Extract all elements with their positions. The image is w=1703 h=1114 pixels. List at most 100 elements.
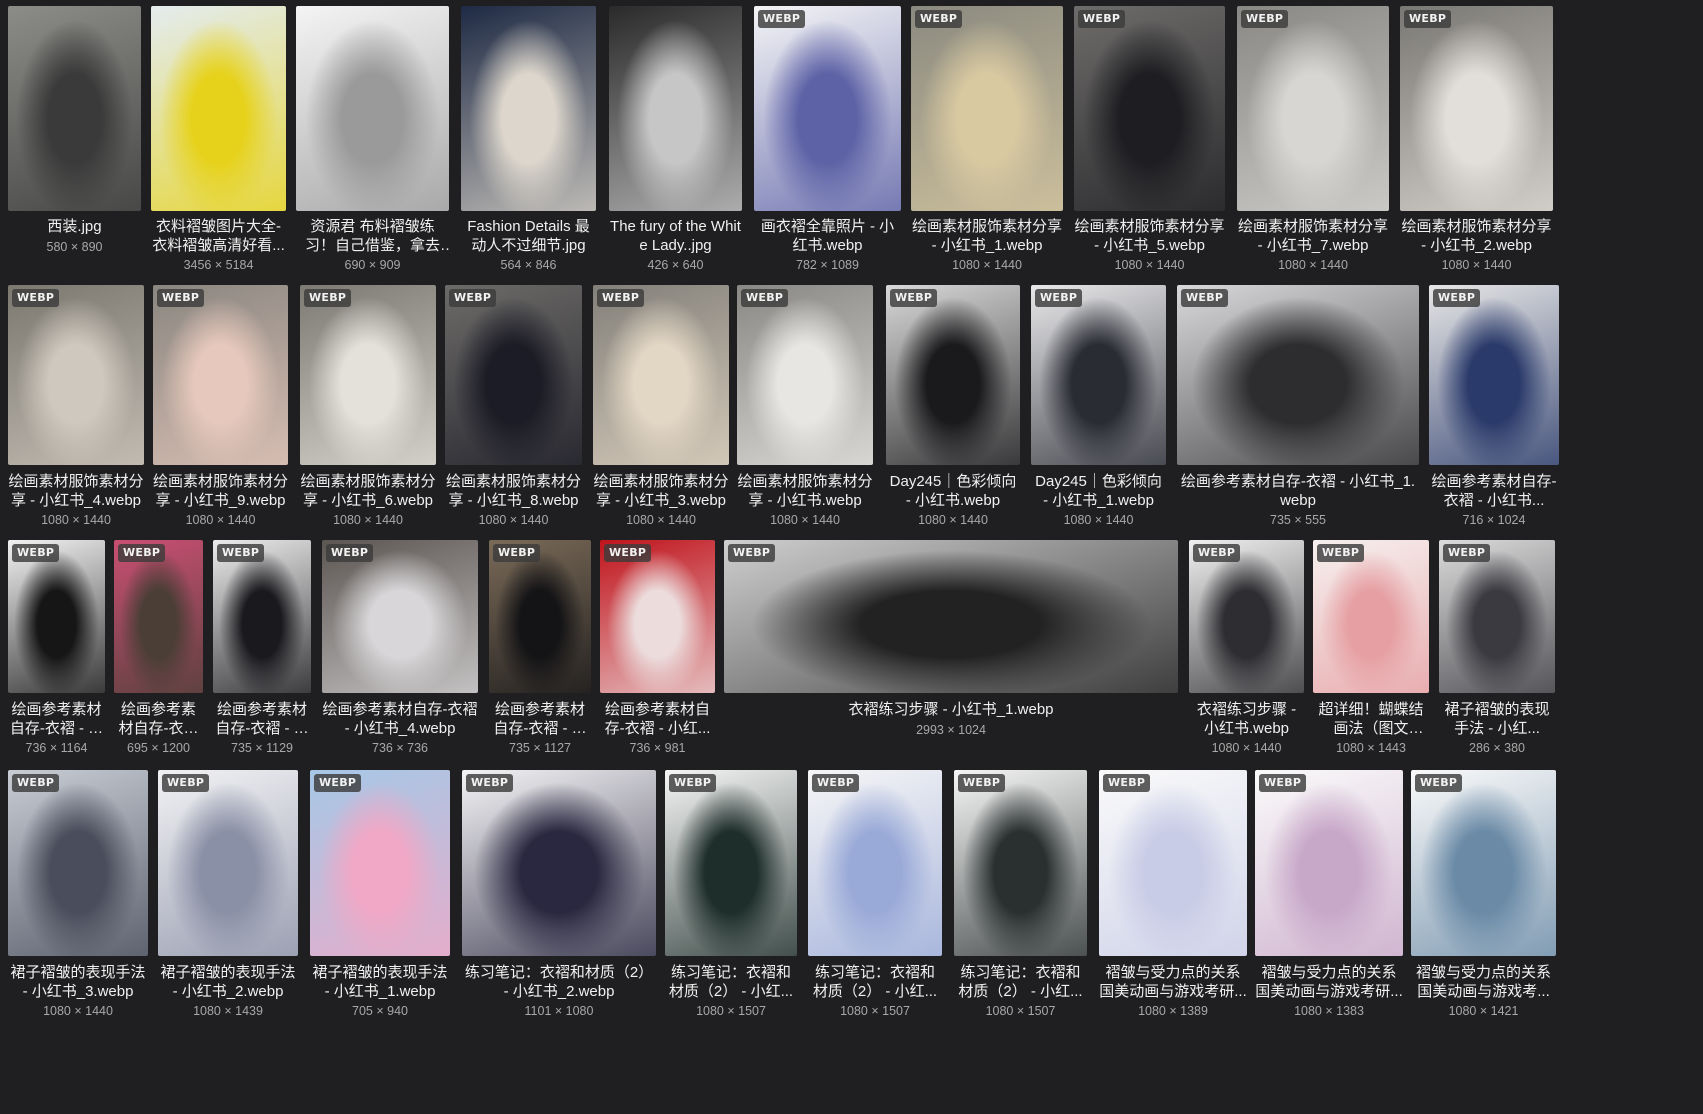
image-title[interactable]: 画衣褶全靠照片 - 小红书.webp: [754, 217, 901, 255]
image-result-tile[interactable]: WEBP 绘画参考素材自存-衣褶 - 小红... 736 × 981: [600, 540, 715, 760]
image-title[interactable]: 绘画参考素材自存-衣褶 - 小红书...: [1429, 472, 1559, 510]
image-title[interactable]: 绘画参考素材自存-衣褶 - 小红...: [114, 700, 203, 738]
image-result-tile[interactable]: WEBP Day245｜色彩倾向 - 小红书.webp 1080 × 1440: [886, 285, 1020, 532]
image-thumbnail[interactable]: WEBP: [808, 770, 942, 956]
image-result-tile[interactable]: WEBP 绘画素材服饰素材分享 - 小红书_2.webp 1080 × 1440: [1400, 6, 1553, 277]
image-title[interactable]: 西装.jpg: [8, 217, 141, 236]
image-result-tile[interactable]: WEBP 褶皱与受力点的关系 国美动画与游戏考研... 1080 × 1383: [1255, 770, 1403, 1023]
image-result-tile[interactable]: WEBP 绘画参考素材自存-衣褶 - 小红书... 716 × 1024: [1429, 285, 1559, 532]
image-thumbnail[interactable]: WEBP: [310, 770, 450, 956]
image-result-tile[interactable]: 西装.jpg 580 × 890: [8, 6, 141, 277]
image-result-tile[interactable]: 衣料褶皱图片大全-衣料褶皱高清好看... 3456 × 5184: [151, 6, 286, 277]
image-result-tile[interactable]: WEBP 褶皱与受力点的关系 国美动画与游戏考研... 1080 × 1389: [1099, 770, 1247, 1023]
image-result-tile[interactable]: WEBP 练习笔记：衣褶和材质（2） - 小红... 1080 × 1507: [808, 770, 942, 1023]
image-title[interactable]: 绘画参考素材自存-衣褶 - 小红...: [489, 700, 591, 738]
image-result-tile[interactable]: WEBP 超详细！蝴蝶结画法（图文版）... 1080 × 1443: [1313, 540, 1429, 760]
image-title[interactable]: 绘画参考素材自存-衣褶 - 小红书_1.webp: [1177, 472, 1419, 510]
image-result-tile[interactable]: 资源君 布料褶皱练习！自己借鉴，拿去练... 690 × 909: [296, 6, 449, 277]
image-title[interactable]: 褶皱与受力点的关系 国美动画与游戏考...: [1411, 963, 1556, 1001]
image-result-tile[interactable]: WEBP 衣褶练习步骤 - 小红书_1.webp 2993 × 1024: [724, 540, 1178, 760]
image-title[interactable]: 衣料褶皱图片大全-衣料褶皱高清好看...: [151, 217, 286, 255]
image-result-tile[interactable]: WEBP 裙子褶皱的表现手法 - 小红... 286 × 380: [1439, 540, 1555, 760]
image-thumbnail[interactable]: WEBP: [153, 285, 288, 465]
image-thumbnail[interactable]: WEBP: [1400, 6, 1553, 211]
image-title[interactable]: 绘画素材服饰素材分享 - 小红书_2.webp: [1400, 217, 1553, 255]
image-title[interactable]: 绘画素材服饰素材分享 - 小红书_9.webp: [153, 472, 288, 510]
image-title[interactable]: 练习笔记：衣褶和材质（2） - 小红书_2.webp: [462, 963, 656, 1001]
image-title[interactable]: 褶皱与受力点的关系 国美动画与游戏考研...: [1255, 963, 1403, 1001]
image-thumbnail[interactable]: WEBP: [300, 285, 436, 465]
image-title[interactable]: 裙子褶皱的表现手法 - 小红...: [1439, 700, 1555, 738]
image-thumbnail[interactable]: WEBP: [665, 770, 797, 956]
image-thumbnail[interactable]: [296, 6, 449, 211]
image-thumbnail[interactable]: [461, 6, 596, 211]
image-thumbnail[interactable]: WEBP: [1177, 285, 1419, 465]
image-thumbnail[interactable]: WEBP: [322, 540, 478, 693]
image-result-tile[interactable]: WEBP 绘画素材服饰素材分享 - 小红书_6.webp 1080 × 1440: [300, 285, 436, 532]
image-result-tile[interactable]: WEBP 练习笔记：衣褶和材质（2） - 小红... 1080 × 1507: [665, 770, 797, 1023]
image-thumbnail[interactable]: WEBP: [954, 770, 1087, 956]
image-result-tile[interactable]: WEBP 绘画素材服饰素材分享 - 小红书.webp 1080 × 1440: [737, 285, 873, 532]
image-title[interactable]: 绘画参考素材自存-衣褶 - 小红...: [8, 700, 105, 738]
image-thumbnail[interactable]: WEBP: [1439, 540, 1555, 693]
image-result-tile[interactable]: WEBP 绘画参考素材自存-衣褶 - 小红书_4.webp 736 × 736: [322, 540, 478, 760]
image-title[interactable]: 绘画素材服饰素材分享 - 小红书_5.webp: [1074, 217, 1225, 255]
image-thumbnail[interactable]: [8, 6, 141, 211]
image-thumbnail[interactable]: WEBP: [1099, 770, 1247, 956]
image-thumbnail[interactable]: [151, 6, 286, 211]
image-title[interactable]: 绘画素材服饰素材分享 - 小红书_4.webp: [8, 472, 144, 510]
image-thumbnail[interactable]: WEBP: [1313, 540, 1429, 693]
image-title[interactable]: 绘画素材服饰素材分享 - 小红书_8.webp: [445, 472, 582, 510]
image-title[interactable]: 绘画素材服饰素材分享 - 小红书_3.webp: [593, 472, 729, 510]
image-result-tile[interactable]: WEBP 绘画参考素材自存-衣褶 - 小红... 735 × 1129: [213, 540, 311, 760]
image-thumbnail[interactable]: WEBP: [1031, 285, 1166, 465]
image-thumbnail[interactable]: WEBP: [8, 770, 148, 956]
image-title[interactable]: 绘画素材服饰素材分享 - 小红书_1.webp: [911, 217, 1063, 255]
image-result-tile[interactable]: WEBP 绘画素材服饰素材分享 - 小红书_1.webp 1080 × 1440: [911, 6, 1063, 277]
image-thumbnail[interactable]: WEBP: [462, 770, 656, 956]
image-thumbnail[interactable]: WEBP: [886, 285, 1020, 465]
image-title[interactable]: 超详细！蝴蝶结画法（图文版）...: [1313, 700, 1429, 738]
image-title[interactable]: 绘画参考素材自存-衣褶 - 小红书_4.webp: [322, 700, 478, 738]
image-result-tile[interactable]: WEBP 褶皱与受力点的关系 国美动画与游戏考... 1080 × 1421: [1411, 770, 1556, 1023]
image-title[interactable]: 资源君 布料褶皱练习！自己借鉴，拿去练...: [296, 217, 449, 255]
image-result-tile[interactable]: The fury of the White Lady..jpg 426 × 640: [609, 6, 742, 277]
image-title[interactable]: 绘画素材服饰素材分享 - 小红书_6.webp: [300, 472, 436, 510]
image-result-tile[interactable]: WEBP 衣褶练习步骤 - 小红书.webp 1080 × 1440: [1189, 540, 1304, 760]
image-thumbnail[interactable]: WEBP: [158, 770, 298, 956]
image-result-tile[interactable]: WEBP 绘画参考素材自存-衣褶 - 小红书_1.webp 735 × 555: [1177, 285, 1419, 532]
image-thumbnail[interactable]: WEBP: [1411, 770, 1556, 956]
image-title[interactable]: The fury of the White Lady..jpg: [609, 217, 742, 255]
image-title[interactable]: 裙子褶皱的表现手法 - 小红书_3.webp: [8, 963, 148, 1001]
image-thumbnail[interactable]: WEBP: [114, 540, 203, 693]
image-title[interactable]: 绘画素材服饰素材分享 - 小红书.webp: [737, 472, 873, 510]
image-thumbnail[interactable]: WEBP: [593, 285, 729, 465]
image-title[interactable]: Fashion Details 最动人不过细节.jpg: [461, 217, 596, 255]
image-result-tile[interactable]: WEBP 绘画素材服饰素材分享 - 小红书_8.webp 1080 × 1440: [445, 285, 582, 532]
image-result-tile[interactable]: WEBP 裙子褶皱的表现手法 - 小红书_1.webp 705 × 940: [310, 770, 450, 1023]
image-result-tile[interactable]: WEBP 绘画素材服饰素材分享 - 小红书_9.webp 1080 × 1440: [153, 285, 288, 532]
image-thumbnail[interactable]: WEBP: [724, 540, 1178, 693]
image-thumbnail[interactable]: WEBP: [600, 540, 715, 693]
image-title[interactable]: 褶皱与受力点的关系 国美动画与游戏考研...: [1099, 963, 1247, 1001]
image-title[interactable]: Day245｜色彩倾向 - 小红书.webp: [886, 472, 1020, 510]
image-title[interactable]: 裙子褶皱的表现手法 - 小红书_2.webp: [158, 963, 298, 1001]
image-result-tile[interactable]: WEBP 绘画素材服饰素材分享 - 小红书_3.webp 1080 × 1440: [593, 285, 729, 532]
image-thumbnail[interactable]: WEBP: [489, 540, 591, 693]
image-result-tile[interactable]: WEBP 绘画参考素材自存-衣褶 - 小红... 735 × 1127: [489, 540, 591, 760]
image-thumbnail[interactable]: WEBP: [1189, 540, 1304, 693]
image-result-tile[interactable]: WEBP 画衣褶全靠照片 - 小红书.webp 782 × 1089: [754, 6, 901, 277]
image-title[interactable]: 绘画参考素材自存-衣褶 - 小红...: [600, 700, 715, 738]
image-thumbnail[interactable]: WEBP: [911, 6, 1063, 211]
image-result-tile[interactable]: WEBP 裙子褶皱的表现手法 - 小红书_2.webp 1080 × 1439: [158, 770, 298, 1023]
image-title[interactable]: 衣褶练习步骤 - 小红书_1.webp: [724, 700, 1178, 719]
image-thumbnail[interactable]: WEBP: [1255, 770, 1403, 956]
image-result-tile[interactable]: WEBP 绘画素材服饰素材分享 - 小红书_7.webp 1080 × 1440: [1237, 6, 1389, 277]
image-thumbnail[interactable]: WEBP: [1074, 6, 1225, 211]
image-result-tile[interactable]: WEBP 绘画素材服饰素材分享 - 小红书_4.webp 1080 × 1440: [8, 285, 144, 532]
image-title[interactable]: 练习笔记：衣褶和材质（2） - 小红...: [665, 963, 797, 1001]
image-title[interactable]: 衣褶练习步骤 - 小红书.webp: [1189, 700, 1304, 738]
image-result-tile[interactable]: WEBP 绘画素材服饰素材分享 - 小红书_5.webp 1080 × 1440: [1074, 6, 1225, 277]
image-thumbnail[interactable]: WEBP: [1429, 285, 1559, 465]
image-result-tile[interactable]: WEBP 裙子褶皱的表现手法 - 小红书_3.webp 1080 × 1440: [8, 770, 148, 1023]
